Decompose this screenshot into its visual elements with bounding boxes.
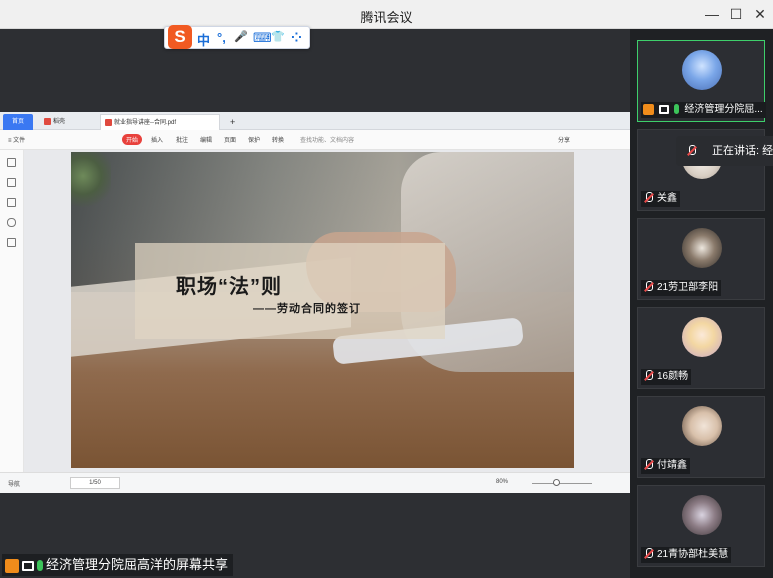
slide-subtitle: ——劳动合同的签订 — [253, 303, 361, 315]
ribbon-page-tab[interactable]: 页面 — [224, 135, 236, 144]
avatar — [682, 228, 722, 268]
wps-left-sidebar — [0, 150, 24, 472]
docer-icon — [44, 117, 51, 125]
mic-muted-icon — [643, 548, 654, 560]
ribbon-convert-tab[interactable]: 转换 — [272, 135, 284, 144]
zoom-level[interactable]: 80% — [496, 479, 508, 485]
participant-name: 21劳卫部李阳 — [657, 282, 719, 293]
new-tab-button[interactable]: + — [226, 114, 239, 130]
participant-name: 21青协部杜美慧 — [657, 549, 729, 560]
nav-toggle[interactable]: 导航 — [8, 479, 20, 488]
tab-docer[interactable]: 稻壳 — [40, 114, 96, 130]
wps-pdf-window: 首页 稻壳 就业指导讲座--合同.pdf + ≡ 文件 开始 插入 批注 编辑 … — [0, 112, 644, 493]
minimize-button[interactable]: — — [701, 4, 723, 24]
ribbon-start-tab[interactable]: 开始 — [122, 134, 143, 145]
title-bar: 腾讯会议 — ☐ ✕ — [0, 0, 773, 29]
participant-name: 付靖鑫 — [657, 460, 687, 471]
share-label-text: 经济管理分院屈高洋的屏幕共享 — [46, 557, 229, 572]
presenter-icon — [5, 558, 19, 573]
participant-tile[interactable]: 21劳卫部李阳 — [637, 218, 765, 300]
ribbon-insert-tab[interactable]: 插入 — [151, 135, 163, 144]
wps-ribbon: ≡ 文件 开始 插入 批注 编辑 页面 保护 转换 查找功能、文档内容 分享 — [0, 130, 630, 150]
avatar — [682, 495, 722, 535]
avatar — [682, 406, 722, 446]
mic-on-icon — [37, 560, 43, 572]
plant-image — [71, 152, 111, 212]
ime-voice-icon[interactable]: 🎤 — [234, 30, 248, 43]
participant-tile[interactable]: 16颜畅 — [637, 307, 765, 389]
ribbon-protect-tab[interactable]: 保护 — [248, 135, 260, 144]
comment-icon[interactable] — [7, 198, 16, 207]
wps-tab-bar: 首页 稻壳 就业指导讲座--合同.pdf + — [0, 112, 630, 130]
slide-title: 职场“法”则 — [176, 276, 282, 298]
avatar — [682, 50, 722, 90]
bookmark-icon[interactable] — [7, 158, 16, 167]
ime-punctuation-toggle[interactable]: °, — [217, 30, 226, 45]
tab-docer-label: 稻壳 — [53, 119, 66, 125]
tab-document[interactable]: 就业指导讲座--合同.pdf — [100, 114, 220, 130]
participant-name: 经济管理分院屈... — [684, 104, 763, 115]
mic-muted-icon — [643, 281, 654, 293]
ime-skin-icon[interactable]: 👕 — [271, 30, 285, 43]
file-menu[interactable]: ≡ 文件 — [8, 135, 25, 144]
signature-icon[interactable] — [7, 238, 16, 247]
ime-keyboard-icon[interactable]: ⌨ — [253, 30, 272, 46]
participant-name: 关鑫 — [657, 193, 677, 204]
ribbon-search[interactable]: 查找功能、文档内容 — [300, 135, 354, 144]
ime-chinese-toggle[interactable]: 中 — [197, 30, 210, 49]
pdf-icon — [105, 118, 112, 126]
pdf-page: 职场“法”则 ——劳动合同的签订 — [71, 152, 574, 468]
mic-muted-icon — [643, 192, 654, 204]
ime-toolbox-icon[interactable]: ⁘ — [291, 30, 302, 46]
sharing-icon — [658, 104, 669, 114]
speaking-indicator: 正在讲话: 经济 — [676, 136, 773, 166]
tab-home[interactable]: 首页 — [3, 114, 33, 130]
zoom-slider-handle[interactable] — [553, 479, 560, 486]
participant-nametag: 经济管理分院屈... — [641, 102, 766, 118]
avatar — [682, 317, 722, 357]
participant-tile[interactable]: 21青协部杜美慧 — [637, 485, 765, 567]
attachment-icon[interactable] — [7, 218, 16, 227]
meeting-window: 腾讯会议 — ☐ ✕ S 中 °, 🎤 ⌨ 👕 ⁘ 首页 稻壳 就业指导讲座--… — [0, 0, 773, 578]
participant-tile[interactable]: 经济管理分院屈... — [637, 40, 766, 122]
participant-nametag: 21劳卫部李阳 — [641, 280, 722, 296]
participant-nametag: 16颜畅 — [641, 369, 692, 385]
mic-on-icon — [673, 104, 679, 115]
thumbnail-icon[interactable] — [7, 178, 16, 187]
mic-muted-icon — [643, 459, 654, 471]
close-button[interactable]: ✕ — [749, 4, 771, 24]
participant-video-panel: 经济管理分院屈... 关鑫 21劳卫部李阳 16颜畅 付靖鑫 21青协部杜美慧 — [630, 29, 773, 578]
participant-nametag: 关鑫 — [641, 191, 680, 207]
screen-share-icon — [22, 560, 34, 571]
mic-muted-icon — [643, 370, 654, 382]
page-number-field[interactable]: 1/50 — [70, 477, 120, 489]
zoom-slider-track[interactable] — [532, 483, 592, 484]
ime-toolbar[interactable]: S 中 °, 🎤 ⌨ 👕 ⁘ — [164, 25, 310, 49]
document-viewport[interactable]: 职场“法”则 ——劳动合同的签订 — [24, 150, 644, 472]
participant-nametag: 付靖鑫 — [641, 458, 690, 474]
participant-tile[interactable]: 付靖鑫 — [637, 396, 765, 478]
mic-muted-icon — [686, 145, 697, 157]
wps-status-bar: 导航 1/50 80% — [0, 472, 630, 493]
ribbon-edit-tab[interactable]: 编辑 — [200, 135, 212, 144]
participant-nametag: 21青协部杜美慧 — [641, 547, 732, 563]
window-title: 腾讯会议 — [360, 10, 413, 25]
share-button[interactable]: 分享 — [558, 135, 570, 144]
participant-name: 16颜畅 — [657, 371, 689, 382]
share-label: 经济管理分院屈高洋的屏幕共享 — [2, 554, 234, 576]
host-icon — [643, 103, 654, 115]
speaking-label: 正在讲话: 经济 — [712, 145, 773, 157]
ribbon-annotate-tab[interactable]: 批注 — [176, 135, 188, 144]
sogou-logo-icon[interactable]: S — [168, 25, 192, 49]
tab-document-label: 就业指导讲座--合同.pdf — [114, 120, 177, 126]
maximize-button[interactable]: ☐ — [725, 4, 747, 24]
